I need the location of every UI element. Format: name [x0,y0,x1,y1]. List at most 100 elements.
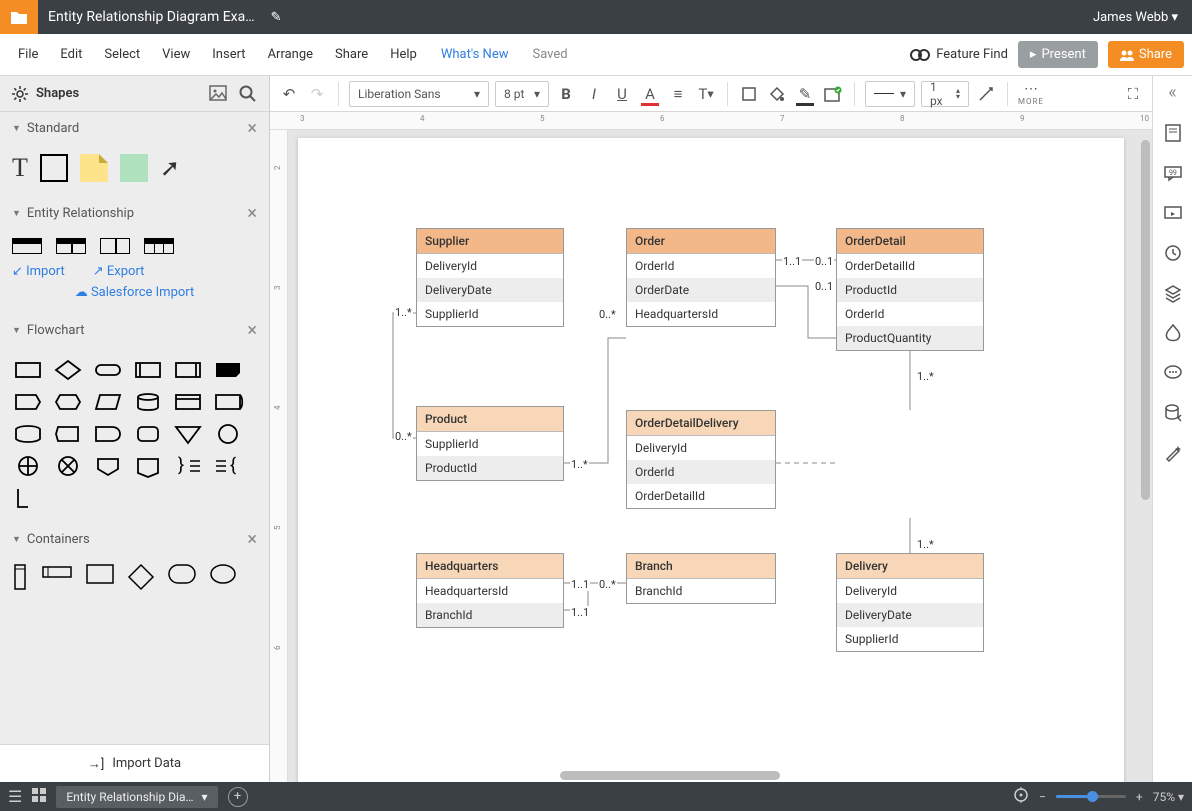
arrow-shape[interactable]: ➚ [160,154,180,182]
flowchart-shape-10[interactable] [172,391,204,413]
container-2[interactable] [42,564,72,580]
close-icon[interactable]: × [247,529,257,550]
canvas[interactable]: 23456 SupplierDeliveryIdDeliveryDateSupp… [270,130,1152,782]
er-panel-header[interactable]: ▼Entity Relationship× [0,197,269,230]
document-icon[interactable] [0,0,38,34]
share-button[interactable]: Share [1108,41,1184,68]
flowchart-shape-5[interactable] [212,359,244,381]
flowchart-shape-20[interactable] [92,455,124,477]
flowchart-shape-14[interactable] [92,423,124,445]
flowchart-shape-6[interactable] [12,391,44,413]
export-link[interactable]: ↗ Export [93,264,145,279]
present-button[interactable]: ▸ Present [1018,41,1098,68]
data-icon[interactable] [1163,403,1183,423]
theme-icon[interactable] [1163,323,1183,343]
flowchart-shape-4[interactable] [172,359,204,381]
shape-options-icon[interactable] [822,83,844,105]
bold-icon[interactable]: B [555,83,577,105]
menu-arrange[interactable]: Arrange [258,41,323,68]
page-tab[interactable]: Entity Relationship Dia…▾ [56,786,217,808]
entity-supplier[interactable]: SupplierDeliveryIdDeliveryDateSupplierId [416,228,564,327]
undo-icon[interactable]: ↶ [278,83,300,105]
font-color-icon[interactable]: A [639,83,661,105]
flowchart-shape-7[interactable] [52,391,84,413]
font-size-select[interactable]: 8 pt▾ [495,81,549,107]
add-page-button[interactable]: + [228,787,248,807]
menu-help[interactable]: Help [380,41,427,68]
entity-odd[interactable]: OrderDetailDeliveryDeliveryIdOrderIdOrde… [626,410,776,509]
search-icon[interactable] [239,85,257,103]
import-data-button[interactable]: →] Import Data [0,744,269,782]
fullscreen-icon[interactable]: ⛶ [1122,83,1144,105]
container-1[interactable] [12,564,28,590]
flowchart-shape-8[interactable] [92,391,124,413]
block-shape[interactable] [120,154,148,182]
flowchart-shape-13[interactable] [52,423,84,445]
align-icon[interactable]: ≡ [667,83,689,105]
crop-icon[interactable] [738,83,760,105]
flowchart-shape-18[interactable] [12,455,44,477]
container-3[interactable] [86,564,114,584]
text-shape[interactable]: T [12,153,28,183]
zoom-out-button[interactable]: − [1039,790,1046,804]
entity-product[interactable]: ProductSupplierIdProductId [416,406,564,481]
close-icon[interactable]: × [247,203,257,224]
rename-icon[interactable]: ✎ [271,10,282,25]
flowchart-shape-9[interactable] [132,391,164,413]
menu-edit[interactable]: Edit [50,41,92,68]
outline-icon[interactable]: ☰ [8,787,22,806]
flowchart-shape-24[interactable] [12,487,44,509]
entity-hq[interactable]: HeadquartersHeadquartersIdBranchId [416,553,564,628]
flowchart-shape-11[interactable] [212,391,244,413]
flowchart-shape-12[interactable] [12,423,44,445]
more-button[interactable]: ⋯MORE [1018,81,1044,106]
menu-insert[interactable]: Insert [202,41,255,68]
zoom-in-button[interactable]: + [1136,790,1143,804]
close-icon[interactable]: × [247,320,257,341]
flowchart-shape-3[interactable] [132,359,164,381]
container-5[interactable] [168,564,196,584]
history-icon[interactable] [1163,243,1183,263]
line-weight-select[interactable]: 1 px▴▾ [921,81,969,107]
line-style-select[interactable]: ▾ [865,81,915,107]
flowchart-shape-0[interactable] [12,359,44,381]
collapse-rail-icon[interactable]: « [1168,82,1176,103]
layers-icon[interactable] [1163,283,1183,303]
flowchart-shape-21[interactable] [132,455,164,477]
er-icon-3[interactable] [100,238,130,254]
zoom-slider[interactable] [1056,795,1126,798]
flowchart-shape-16[interactable] [172,423,204,445]
comments-icon[interactable]: 99 [1163,163,1183,183]
flowchart-shape-2[interactable] [92,359,124,381]
underline-icon[interactable]: U [611,83,633,105]
magic-icon[interactable] [1163,443,1183,463]
feature-find[interactable]: Feature Find [910,47,1008,62]
presentation-icon[interactable] [1163,203,1183,223]
flowchart-shape-22[interactable]: } [172,455,204,477]
import-link[interactable]: ↙ Import [12,264,65,279]
note-shape[interactable] [80,154,108,182]
flowchart-shape-17[interactable] [212,423,244,445]
containers-panel-header[interactable]: ▼Containers× [0,523,269,556]
user-menu[interactable]: James Webb ▾ [1079,10,1192,25]
container-4[interactable] [128,564,154,590]
vertical-scrollbar[interactable] [1141,140,1150,500]
chat-icon[interactable] [1163,363,1183,383]
menu-share[interactable]: Share [325,41,378,68]
menu-view[interactable]: View [152,41,200,68]
entity-orderdetail[interactable]: OrderDetailOrderDetailIdProductIdOrderId… [836,228,984,351]
font-select[interactable]: Liberation Sans▾ [349,81,489,107]
whats-new-link[interactable]: What's New [431,41,519,68]
entity-order[interactable]: OrderOrderIdOrderDateHeadquartersId [626,228,776,327]
er-icon-2[interactable] [56,238,86,254]
page[interactable]: SupplierDeliveryIdDeliveryDateSupplierId… [298,138,1124,782]
gear-icon[interactable] [12,86,28,102]
notes-icon[interactable] [1163,123,1183,143]
redo-icon[interactable]: ↷ [306,83,328,105]
line-color-icon[interactable]: ✎ [794,83,816,105]
flowchart-shape-1[interactable] [52,359,84,381]
text-format-icon[interactable]: T▾ [695,83,717,105]
rect-shape[interactable] [40,154,68,182]
horizontal-scrollbar[interactable] [560,771,780,780]
document-title[interactable]: Entity Relationship Diagram Exa… [38,9,265,25]
